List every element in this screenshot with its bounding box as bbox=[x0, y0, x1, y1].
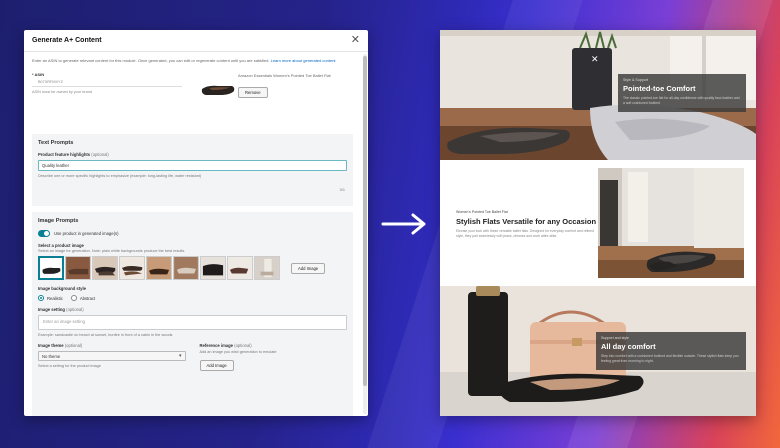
remove-button[interactable]: Remove bbox=[238, 87, 268, 99]
product-image-option[interactable] bbox=[38, 256, 64, 281]
feature-highlights-label-text: Product feature highlights bbox=[38, 152, 91, 158]
image-setting-optional: (optional) bbox=[66, 307, 84, 313]
background-style-label: Image background style bbox=[38, 286, 86, 292]
preview-panel-1: ✕ Style & Support Pointed-toe Comfort Th… bbox=[440, 30, 756, 160]
select-image-hint: Select an image for generation. Note: pl… bbox=[38, 249, 186, 254]
reference-add-image-button[interactable]: Add Image bbox=[199, 360, 234, 372]
panel-1-body: The classic pointed-toe flat for all-day… bbox=[623, 96, 740, 105]
abstract-radio-label: Abstract bbox=[79, 295, 96, 301]
background-style-options: Realistic Abstract bbox=[38, 295, 347, 302]
reference-image-label-text: Reference image bbox=[199, 343, 234, 349]
theme-reference-row: Image theme (optional) No theme ▾ Select… bbox=[38, 343, 347, 372]
intro-description: Enter an ASIN to generate relevant conte… bbox=[32, 58, 270, 63]
use-product-toggle-row: Use product in generated image(s) bbox=[38, 230, 347, 238]
panel-1-title: Pointed-toe Comfort bbox=[623, 84, 696, 93]
panel-3-caption: Support and style All day comfort Step i… bbox=[596, 332, 746, 370]
feature-highlights-input[interactable]: Quality leather bbox=[38, 160, 347, 172]
image-theme-optional: (optional) bbox=[64, 343, 83, 349]
image-theme-hint: Select a setting for the product image bbox=[38, 364, 101, 369]
product-image-option[interactable] bbox=[254, 256, 280, 281]
preview-panel-3: Support and style All day comfort Step i… bbox=[440, 286, 756, 416]
text-prompts-title: Text Prompts bbox=[38, 140, 74, 147]
image-setting-input[interactable]: Enter an image setting bbox=[38, 315, 347, 331]
panel-1-caption: Style & Support Pointed-toe Comfort The … bbox=[618, 74, 746, 112]
image-prompts-section: Image Prompts Use product in generated i… bbox=[32, 212, 353, 416]
image-theme-value: No theme bbox=[42, 354, 61, 360]
product-image-picker: Add Image bbox=[38, 256, 347, 281]
use-product-toggle[interactable] bbox=[38, 230, 50, 238]
preview-panel-2: Women's Pointed Toe Ballet Flat Stylish … bbox=[440, 160, 756, 286]
feature-highlights-label: Product feature highlights (optional) bbox=[38, 152, 347, 157]
product-image-option[interactable] bbox=[119, 256, 145, 281]
generated-content-preview: ✕ Style & Support Pointed-toe Comfort Th… bbox=[440, 30, 756, 416]
image-setting-hint: Example: sandcastle on beach at sunset, … bbox=[38, 333, 173, 338]
asin-row: * ASIN B07XRFMXYZ ASIN must be owned by … bbox=[32, 70, 353, 128]
arrow-right-icon bbox=[381, 213, 426, 235]
reference-image-column: Reference image (optional) Add an image … bbox=[199, 343, 348, 372]
panel-2-kicker: Women's Pointed Toe Ballet Flat bbox=[456, 210, 508, 214]
scrollbar-thumb[interactable] bbox=[363, 56, 367, 386]
panel-2-body: Elevate your look with these versatile b… bbox=[456, 229, 594, 238]
text-prompts-section: Text Prompts Product feature highlights … bbox=[32, 134, 353, 207]
panel-1-kicker: Style & Support bbox=[623, 78, 648, 82]
select-image-label: Select a product image bbox=[38, 243, 84, 249]
modal-title: Generate A+ Content bbox=[32, 37, 102, 44]
asin-note: ASIN must be owned by your brand bbox=[32, 90, 92, 95]
character-counter: 0/1 bbox=[339, 188, 345, 193]
realistic-radio-label: Realistic bbox=[47, 295, 63, 301]
product-image-option[interactable] bbox=[200, 256, 226, 281]
image-theme-label: Image theme (optional) bbox=[38, 343, 186, 348]
realistic-radio[interactable] bbox=[38, 295, 44, 302]
reference-image-label: Reference image (optional) bbox=[200, 343, 348, 348]
use-product-toggle-label: Use product in generated image(s) bbox=[54, 231, 119, 237]
panel-3-kicker: Support and style bbox=[601, 336, 629, 340]
asin-underline bbox=[32, 86, 182, 88]
image-setting-label-text: Image setting bbox=[38, 307, 65, 313]
hallway-scene bbox=[598, 168, 744, 278]
modal-body: Enter an ASIN to generate relevant conte… bbox=[24, 52, 361, 416]
product-image-option[interactable] bbox=[227, 256, 253, 281]
product-image-option[interactable] bbox=[146, 256, 172, 281]
image-theme-select[interactable]: No theme ▾ bbox=[38, 351, 186, 362]
add-image-button[interactable]: Add Image bbox=[291, 262, 326, 274]
modal-header: Generate A+ Content ✕ bbox=[24, 30, 368, 52]
generate-content-modal: Generate A+ Content ✕ Enter an ASIN to g… bbox=[24, 30, 368, 416]
feature-highlights-optional: (optional) bbox=[91, 152, 109, 158]
abstract-radio[interactable] bbox=[70, 295, 77, 302]
image-theme-label-text: Image theme bbox=[38, 343, 64, 349]
chevron-down-icon: ▾ bbox=[178, 353, 182, 360]
close-icon[interactable]: ✕ bbox=[591, 55, 599, 64]
image-theme-column: Image theme (optional) No theme ▾ Select… bbox=[38, 343, 186, 372]
image-setting-label: Image setting (optional) bbox=[38, 307, 347, 312]
intro-text: Enter an ASIN to generate relevant conte… bbox=[32, 58, 348, 64]
asin-label: * ASIN bbox=[32, 72, 45, 78]
learn-more-link[interactable]: Learn more about generated content bbox=[271, 58, 336, 63]
reference-image-hint: Add an image you wish generation to emul… bbox=[199, 350, 277, 355]
product-image-option[interactable] bbox=[65, 256, 91, 281]
product-thumbnail bbox=[200, 73, 236, 102]
panel-3-title: All day comfort bbox=[601, 342, 656, 351]
image-prompts-title: Image Prompts bbox=[38, 218, 79, 225]
feature-highlights-hint: Describe one or more specific highlights… bbox=[38, 174, 202, 179]
product-image-option[interactable] bbox=[173, 256, 199, 281]
reference-image-optional: (optional) bbox=[234, 343, 252, 349]
close-icon[interactable]: ✕ bbox=[351, 35, 360, 46]
product-image-option[interactable] bbox=[92, 256, 118, 281]
panel-2-title: Stylish Flats Versatile for any Occasion bbox=[456, 217, 597, 226]
panel-3-body: Step into comfort with a cushioned footb… bbox=[601, 354, 739, 363]
product-name: Amazon Essentials Women's Pointed Toe Ba… bbox=[238, 73, 331, 79]
asin-input[interactable]: B07XRFMXYZ bbox=[38, 80, 63, 84]
